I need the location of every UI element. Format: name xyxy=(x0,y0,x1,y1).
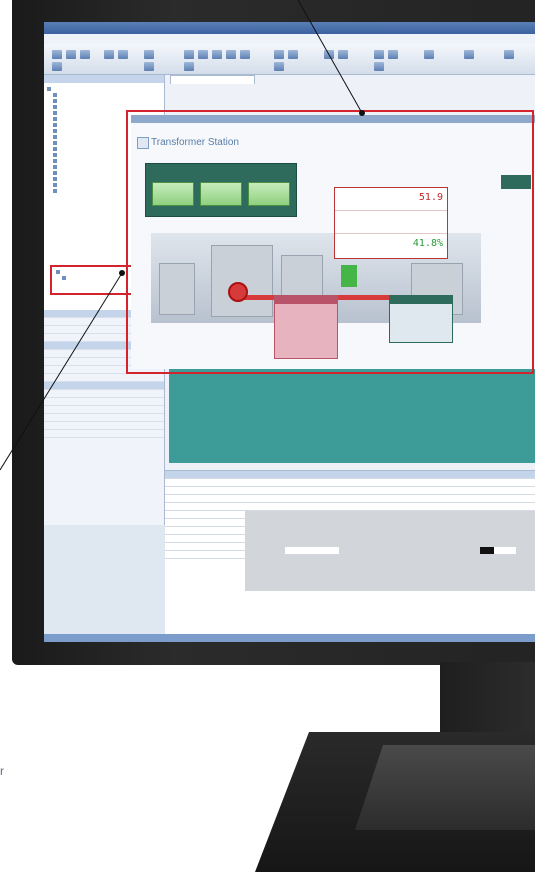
leader-line-tree xyxy=(0,272,123,471)
leader-line-screen xyxy=(297,0,363,114)
leader-dot-tree xyxy=(119,270,125,276)
callout-leader-lines xyxy=(0,0,365,471)
leader-dot-screen xyxy=(359,110,365,116)
